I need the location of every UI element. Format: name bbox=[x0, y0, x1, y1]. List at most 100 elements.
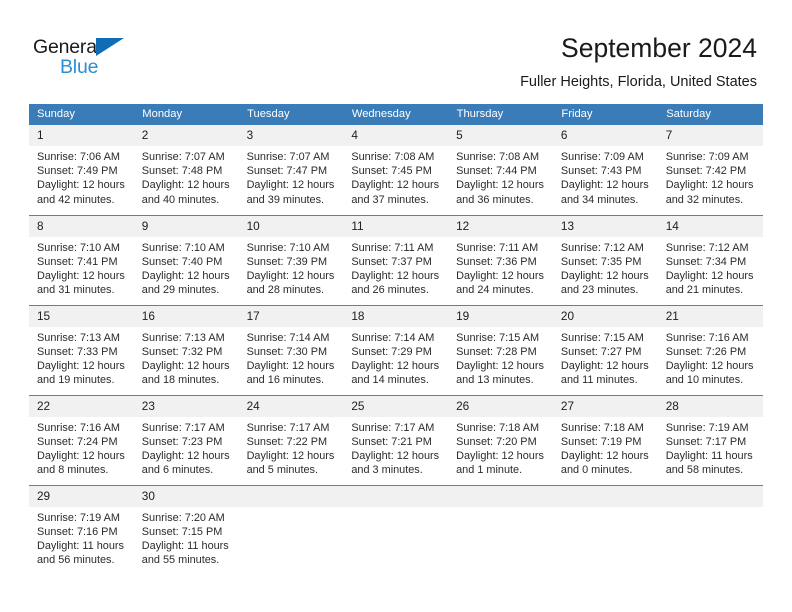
day-number: 9 bbox=[133, 215, 239, 237]
daylight-duration-line2: and 5 minutes. bbox=[246, 464, 319, 477]
day-details: Sunrise: 7:19 AM Sunset: 7:17 PM Daylight:… bbox=[658, 417, 763, 478]
day-number: 7 bbox=[657, 125, 763, 146]
daylight-duration-line1: Daylight: 12 hours bbox=[141, 269, 230, 282]
day-details: Sunrise: 7:10 AM Sunset: 7:40 PM Daylight:… bbox=[134, 237, 239, 298]
title-block: September 2024 Fuller Heights, Florida, … bbox=[520, 32, 757, 92]
calendar-header-row: Sunday Monday Tuesday Wednesday Thursday Frid… bbox=[29, 104, 763, 125]
daylight-duration-line1: Daylight: 12 hours bbox=[456, 179, 544, 192]
calendar-day-cell[interactable]: 5 Sunrise: 7:08 AM Sunset: 7:44 PM Daylight… bbox=[448, 125, 553, 215]
day-number bbox=[238, 485, 344, 507]
sunset-time: Sunset: 7:49 PM bbox=[37, 165, 118, 178]
calendar-day-cell[interactable]: 20 Sunrise: 7:15 AM Sunset: 7:27 PM Dayligh… bbox=[552, 304, 658, 395]
calendar-day-cell[interactable]: 8 Sunrise: 7:10 AM Sunset: 7:41 PM Daylight… bbox=[29, 214, 134, 305]
daylight-duration-line2: and 36 minutes. bbox=[456, 193, 534, 206]
calendar-day-cell[interactable]: 26 Sunrise: 7:18 AM Sunset: 7:20 PM Dayligh… bbox=[448, 394, 553, 485]
daylight-duration-line2: and 8 minutes. bbox=[37, 464, 109, 477]
day-number: 4 bbox=[343, 125, 449, 146]
calendar-day-cell[interactable]: 16 Sunrise: 7:13 AM Sunset: 7:32 PM Dayligh… bbox=[133, 304, 239, 395]
daylight-duration-line2: and 10 minutes. bbox=[665, 374, 744, 387]
day-number: 29 bbox=[29, 485, 134, 507]
calendar-day-cell[interactable]: 14 Sunrise: 7:12 AM Sunset: 7:34 PM Dayligh… bbox=[657, 214, 763, 305]
daylight-duration-line1: Daylight: 12 hours bbox=[560, 449, 649, 462]
sunset-time: Sunset: 7:34 PM bbox=[665, 255, 747, 268]
calendar-day-cell[interactable]: 29 Sunrise: 7:19 AM Sunset: 7:16 PM Dayligh… bbox=[29, 484, 134, 575]
day-details: Sunrise: 7:13 AM Sunset: 7:33 PM Daylight:… bbox=[29, 327, 134, 388]
calendar-day-cell[interactable]: 25 Sunrise: 7:17 AM Sunset: 7:21 PM Dayligh… bbox=[343, 394, 449, 485]
day-number: 19 bbox=[448, 305, 553, 327]
daylight-duration-line1: Daylight: 12 hours bbox=[665, 359, 754, 372]
calendar-day-cell[interactable]: 10 Sunrise: 7:10 AM Sunset: 7:39 PM Dayligh… bbox=[238, 214, 344, 305]
calendar-day-cell[interactable]: 19 Sunrise: 7:15 AM Sunset: 7:28 PM Dayligh… bbox=[448, 304, 553, 395]
daylight-duration-line1: Daylight: 12 hours bbox=[456, 359, 544, 372]
daylight-duration-line2: and 11 minutes. bbox=[560, 374, 638, 387]
day-details: Sunrise: 7:20 AM Sunset: 7:15 PM Daylight:… bbox=[134, 507, 239, 568]
sunrise-time: Sunrise: 7:13 AM bbox=[141, 331, 225, 344]
general-blue-logo: General Blue bbox=[33, 36, 153, 80]
calendar-day-cell[interactable]: 15 Sunrise: 7:13 AM Sunset: 7:33 PM Dayligh… bbox=[29, 304, 134, 395]
daylight-duration-line1: Daylight: 12 hours bbox=[351, 179, 440, 192]
calendar-day-cell[interactable]: 9 Sunrise: 7:10 AM Sunset: 7:40 PM Daylight… bbox=[133, 214, 239, 305]
sunset-time: Sunset: 7:21 PM bbox=[351, 435, 432, 448]
sunset-time: Sunset: 7:19 PM bbox=[560, 435, 642, 448]
day-details: Sunrise: 7:18 AM Sunset: 7:20 PM Daylight:… bbox=[448, 417, 553, 478]
calendar-day-cell[interactable]: 1 Sunrise: 7:06 AM Sunset: 7:49 PM Daylight… bbox=[29, 125, 134, 215]
day-details: Sunrise: 7:15 AM Sunset: 7:27 PM Daylight:… bbox=[553, 327, 658, 388]
sunrise-time: Sunrise: 7:11 AM bbox=[351, 241, 434, 254]
sunrise-sunset-calendar: Sunday Monday Tuesday Wednesday Thursday Frid… bbox=[29, 104, 763, 575]
daylight-duration-line1: Daylight: 12 hours bbox=[141, 179, 230, 192]
sunrise-time: Sunrise: 7:07 AM bbox=[246, 151, 330, 163]
logo-triangle-icon bbox=[96, 38, 124, 56]
day-number bbox=[448, 485, 553, 507]
daylight-duration-line1: Daylight: 11 hours bbox=[37, 539, 124, 552]
logo-text-general: General bbox=[33, 36, 101, 58]
calendar-day-cell[interactable]: 22 Sunrise: 7:16 AM Sunset: 7:24 PM Dayligh… bbox=[29, 394, 134, 485]
calendar-day-cell[interactable]: 6 Sunrise: 7:09 AM Sunset: 7:43 PM Daylight… bbox=[552, 125, 658, 215]
calendar-day-cell[interactable]: 4 Sunrise: 7:08 AM Sunset: 7:45 PM Daylight… bbox=[343, 125, 449, 215]
daylight-duration-line1: Daylight: 12 hours bbox=[37, 179, 125, 192]
daylight-duration-line2: and 21 minutes. bbox=[665, 284, 744, 297]
calendar-day-cell[interactable]: 7 Sunrise: 7:09 AM Sunset: 7:42 PM Daylight… bbox=[657, 125, 763, 215]
sunrise-time: Sunrise: 7:18 AM bbox=[560, 421, 644, 434]
weekday-header-sunday: Sunday bbox=[29, 104, 135, 125]
daylight-duration-line2: and 37 minutes. bbox=[351, 193, 429, 206]
sunrise-time: Sunrise: 7:14 AM bbox=[246, 331, 330, 344]
day-details: Sunrise: 7:06 AM Sunset: 7:49 PM Daylight:… bbox=[29, 146, 134, 207]
calendar-day-cell[interactable]: 17 Sunrise: 7:14 AM Sunset: 7:30 PM Dayligh… bbox=[238, 304, 344, 395]
sunrise-time: Sunrise: 7:07 AM bbox=[141, 151, 225, 163]
sunset-time: Sunset: 7:29 PM bbox=[351, 345, 432, 358]
day-number: 28 bbox=[657, 395, 763, 417]
page-header: General Blue September 2024 Fuller Heigh… bbox=[0, 0, 792, 100]
calendar-day-cell[interactable]: 2 Sunrise: 7:07 AM Sunset: 7:48 PM Daylight… bbox=[133, 125, 239, 215]
sunset-time: Sunset: 7:44 PM bbox=[456, 165, 537, 178]
calendar-day-cell[interactable]: 23 Sunrise: 7:17 AM Sunset: 7:23 PM Dayligh… bbox=[133, 394, 239, 485]
day-details: Sunrise: 7:14 AM Sunset: 7:30 PM Daylight:… bbox=[239, 327, 344, 388]
sunrise-time: Sunrise: 7:17 AM bbox=[141, 421, 225, 434]
calendar-day-cell-empty bbox=[343, 484, 449, 575]
day-details: Sunrise: 7:09 AM Sunset: 7:43 PM Daylight:… bbox=[553, 146, 658, 207]
sunrise-time: Sunrise: 7:17 AM bbox=[246, 421, 330, 434]
calendar-day-cell[interactable]: 28 Sunrise: 7:19 AM Sunset: 7:17 PM Dayligh… bbox=[657, 394, 763, 485]
calendar-day-cell[interactable]: 3 Sunrise: 7:07 AM Sunset: 7:47 PM Daylight… bbox=[238, 125, 344, 215]
calendar-day-cell[interactable]: 27 Sunrise: 7:18 AM Sunset: 7:19 PM Dayligh… bbox=[552, 394, 658, 485]
daylight-duration-line1: Daylight: 12 hours bbox=[665, 269, 754, 282]
day-details: Sunrise: 7:11 AM Sunset: 7:37 PM Daylight:… bbox=[343, 237, 448, 298]
calendar-day-cell[interactable]: 12 Sunrise: 7:11 AM Sunset: 7:36 PM Dayligh… bbox=[448, 214, 553, 305]
day-number: 16 bbox=[133, 305, 239, 327]
day-details: Sunrise: 7:11 AM Sunset: 7:36 PM Daylight:… bbox=[448, 237, 553, 298]
daylight-duration-line2: and 0 minutes. bbox=[560, 464, 633, 477]
calendar-page: General Blue September 2024 Fuller Heigh… bbox=[0, 0, 792, 612]
daylight-duration-line2: and 3 minutes. bbox=[351, 464, 423, 477]
day-number: 17 bbox=[238, 305, 344, 327]
day-number: 3 bbox=[238, 125, 344, 146]
calendar-day-cell[interactable]: 18 Sunrise: 7:14 AM Sunset: 7:29 PM Dayligh… bbox=[343, 304, 449, 395]
calendar-day-cell-empty bbox=[238, 484, 344, 575]
day-number: 14 bbox=[657, 215, 763, 237]
sunset-time: Sunset: 7:17 PM bbox=[665, 435, 747, 448]
calendar-day-cell[interactable]: 21 Sunrise: 7:16 AM Sunset: 7:26 PM Dayligh… bbox=[657, 304, 763, 395]
calendar-day-cell[interactable]: 11 Sunrise: 7:11 AM Sunset: 7:37 PM Dayligh… bbox=[343, 214, 449, 305]
calendar-day-cell[interactable]: 13 Sunrise: 7:12 AM Sunset: 7:35 PM Dayligh… bbox=[552, 214, 658, 305]
calendar-day-cell[interactable]: 24 Sunrise: 7:17 AM Sunset: 7:22 PM Dayligh… bbox=[238, 394, 344, 485]
calendar-day-cell[interactable]: 30 Sunrise: 7:20 AM Sunset: 7:15 PM Dayligh… bbox=[133, 484, 239, 575]
sunset-time: Sunset: 7:20 PM bbox=[456, 435, 537, 448]
daylight-duration-line1: Daylight: 11 hours bbox=[665, 449, 753, 462]
